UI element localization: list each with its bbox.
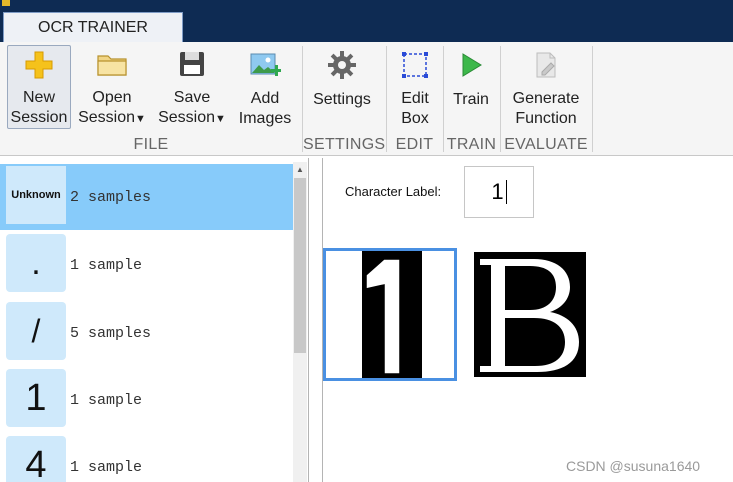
new-session-label-2: Session <box>10 109 68 126</box>
character-list-panel: Unknown 2 samples . 1 sample / 5 samples… <box>0 158 309 482</box>
open-session-button[interactable]: Open Session▼ <box>76 45 148 129</box>
tab-ocr-trainer[interactable]: OCR TRAINER <box>3 12 183 42</box>
edit-box-label-1: Edit <box>401 90 429 107</box>
sample-image-1 <box>362 251 422 378</box>
character-row[interactable]: 4 1 sample <box>0 434 293 482</box>
character-list: Unknown 2 samples . 1 sample / 5 samples… <box>0 162 293 482</box>
text-caret <box>505 180 507 204</box>
play-icon <box>454 48 488 82</box>
open-session-label-1: Open <box>92 89 132 106</box>
character-row[interactable]: Unknown 2 samples <box>0 164 293 230</box>
character-label-input[interactable]: 1 <box>464 166 534 218</box>
character-row[interactable]: 1 1 sample <box>0 367 293 433</box>
new-session-button[interactable]: New Session <box>7 45 71 129</box>
settings-label: Settings <box>313 91 371 108</box>
save-session-label-2: Session <box>158 109 216 126</box>
character-thumbnail: 4 <box>6 436 66 482</box>
save-session-label-1: Save <box>173 89 211 106</box>
group-label-train: TRAIN <box>446 136 497 153</box>
character-label-value: 1 <box>491 179 504 204</box>
train-label: Train <box>453 91 489 108</box>
train-button[interactable]: Train <box>447 45 495 129</box>
open-session-label-2: Session <box>78 109 136 126</box>
ribbon-separator <box>592 46 593 152</box>
edit-box-button[interactable]: Edit Box <box>390 45 440 129</box>
sample-image-selected[interactable] <box>323 248 457 381</box>
sample-count: 1 sample <box>70 458 143 476</box>
app-icon <box>2 0 10 6</box>
toolstrip-ribbon: New Session Open Session▼ Save Session▼ <box>0 42 733 156</box>
character-thumbnail: Unknown <box>6 166 66 224</box>
character-thumbnail: / <box>6 302 66 360</box>
title-bar <box>0 0 733 12</box>
dropdown-arrow-icon[interactable]: ▼ <box>215 113 226 125</box>
group-label-settings: SETTINGS <box>303 136 386 153</box>
character-thumbnail: . <box>6 234 66 292</box>
add-images-label-1: Add <box>250 90 280 107</box>
character-row[interactable]: / 5 samples <box>0 300 293 366</box>
dropdown-arrow-icon[interactable]: ▼ <box>135 113 146 125</box>
add-images-label-2: Images <box>238 110 292 127</box>
scroll-up-icon[interactable]: ▲ <box>293 162 307 176</box>
group-label-edit: EDIT <box>395 136 434 153</box>
add-image-icon <box>248 48 282 81</box>
watermark: CSDN @susuna1640 <box>566 458 701 474</box>
sample-count: 5 samples <box>70 324 152 342</box>
sample-count: 2 samples <box>70 188 152 206</box>
generate-function-label-1: Generate <box>512 90 580 107</box>
sample-image[interactable] <box>474 252 586 377</box>
character-thumbnail: 1 <box>6 369 66 427</box>
plus-icon <box>22 49 56 80</box>
save-session-button[interactable]: Save Session▼ <box>155 45 229 129</box>
add-images-button[interactable]: Add Images <box>235 45 295 129</box>
list-scrollbar[interactable]: ▲ <box>293 162 307 482</box>
character-row[interactable]: . 1 sample <box>0 232 293 298</box>
scrollbar-thumb[interactable] <box>294 178 306 353</box>
sample-count: 1 sample <box>70 256 143 274</box>
edit-box-label-2: Box <box>401 110 429 127</box>
new-session-label-1: New <box>22 89 55 106</box>
floppy-disk-icon <box>175 48 209 80</box>
gear-icon <box>325 48 359 82</box>
bounding-box-icon <box>398 48 432 81</box>
generate-function-label-2: Function <box>515 110 577 127</box>
generate-function-icon <box>529 48 563 81</box>
character-label-caption: Character Label: <box>345 184 442 199</box>
folder-icon <box>95 48 129 80</box>
sample-count: 1 sample <box>70 391 143 409</box>
tab-bar: OCR TRAINER <box>0 12 733 42</box>
group-label-file: FILE <box>133 136 169 153</box>
generate-function-button[interactable]: Generate Function <box>506 45 586 129</box>
settings-button[interactable]: Settings <box>306 45 378 129</box>
sample-image-2 <box>480 259 579 372</box>
group-label-evaluate: EVALUATE <box>504 136 588 153</box>
